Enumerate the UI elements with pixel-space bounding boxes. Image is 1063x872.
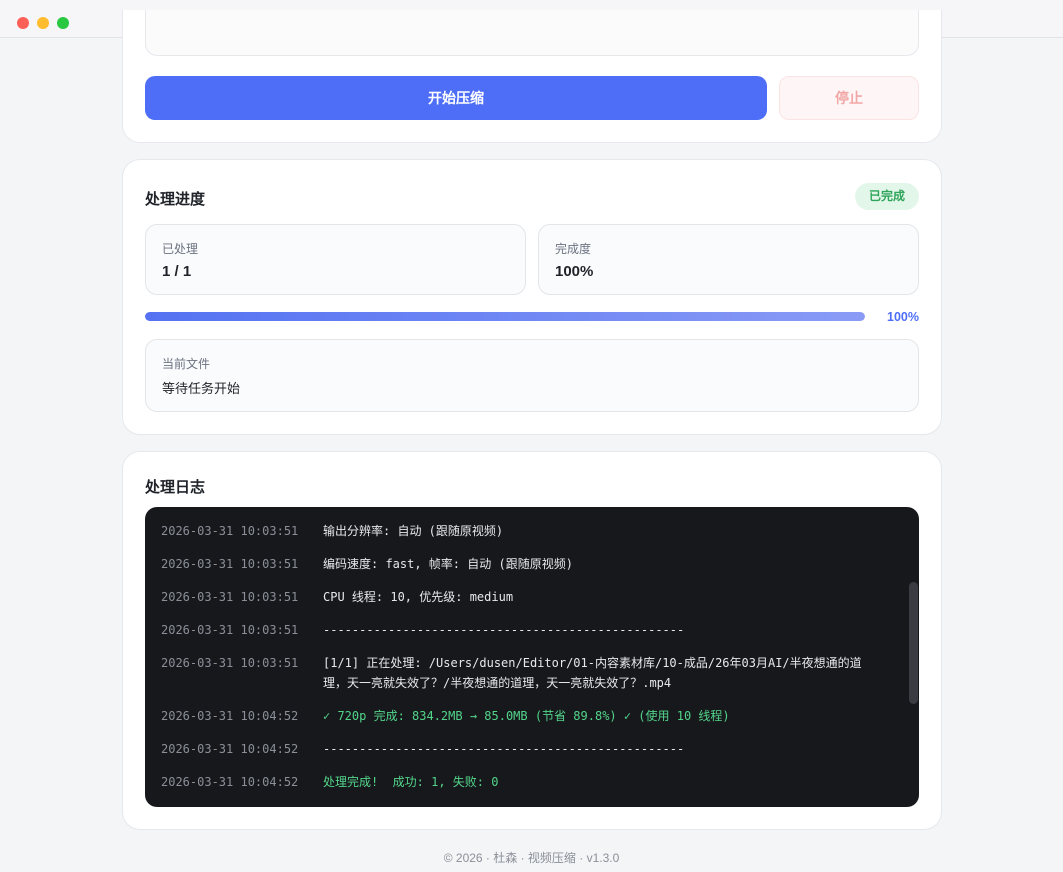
window-close-button[interactable] <box>17 17 29 29</box>
start-compress-button[interactable]: 开始压缩 <box>145 76 767 120</box>
window-minimize-button[interactable] <box>37 17 49 29</box>
log-scrollbar[interactable] <box>909 582 918 704</box>
progress-bar-fill <box>145 312 865 321</box>
progress-bar <box>145 312 865 321</box>
processed-value: 1 / 1 <box>162 263 192 280</box>
footer-text: © 2026 · 杜森 · 视频压缩 · v1.3.0 <box>443 851 620 865</box>
progress-percent-text: 100% <box>887 310 919 324</box>
log-timestamp: 2026-03-31 10:03:51 <box>161 656 299 670</box>
log-message: 编码速度: fast, 帧率: 自动 (跟随原视频) <box>323 557 573 571</box>
status-badge: 已完成 <box>854 183 919 210</box>
completion-value: 100% <box>555 263 594 280</box>
log-message: CPU 线程: 10, 优先级: medium <box>323 590 514 604</box>
log-message: ✓ 720p 完成: 834.2MB → 85.0MB (节省 89.8%) ✓… <box>323 709 730 723</box>
log-message: 输出分辨率: 自动 (跟随原视频) <box>323 524 504 538</box>
current-file-label: 当前文件 <box>162 357 211 371</box>
log-timestamp: 2026-03-31 10:03:51 <box>161 590 299 604</box>
log-entry: 2026-03-31 10:04:52 ---------------------… <box>161 739 891 759</box>
progress-title: 处理进度 <box>145 191 206 208</box>
log-entry: 2026-03-31 10:03:51 CPU 线程: 10, 优先级: medi… <box>161 587 891 607</box>
log-entry: 2026-03-31 10:03:51 编码速度: fast, 帧率: 自动 (跟… <box>161 554 891 574</box>
log-timestamp: 2026-03-31 10:04:52 <box>161 709 299 723</box>
log-entry: 2026-03-31 10:03:51 [1/1] 正在处理: /Users/du… <box>161 653 891 693</box>
log-card: 处理日志 2026-03-31 10:03:51 输出分辨率: 自动 (跟随原视频… <box>122 451 942 830</box>
current-file-value: 等待任务开始 <box>162 381 241 396</box>
window-maximize-button[interactable] <box>57 17 69 29</box>
progress-card: 处理进度 已完成 已处理 1 / 1 完成度 100% 100% 当前文件 等待… <box>122 159 942 435</box>
log-list: 2026-03-31 10:03:51 输出分辨率: 自动 (跟随原视频) 2026… <box>161 521 891 805</box>
log-message: ----------------------------------------… <box>323 742 685 756</box>
log-timestamp: 2026-03-31 10:03:51 <box>161 524 299 538</box>
log-timestamp: 2026-03-31 10:03:51 <box>161 623 299 637</box>
log-entry: 2026-03-31 10:04:52 处理完成! 成功: 1, 失败: 0 <box>161 772 891 792</box>
log-console[interactable]: 2026-03-31 10:03:51 输出分辨率: 自动 (跟随原视频) 2026… <box>145 507 919 807</box>
log-message: ----------------------------------------… <box>323 623 685 637</box>
completion-label: 完成度 <box>555 242 592 256</box>
log-message: 处理完成! 成功: 1, 失败: 0 <box>323 775 499 789</box>
processed-label: 已处理 <box>162 242 199 256</box>
current-file-box: 当前文件 等待任务开始 <box>145 339 919 412</box>
log-message: [1/1] 正在处理: /Users/dusen/Editor/01-内容素材库… <box>323 656 862 690</box>
log-entry: 2026-03-31 10:04:52 ✓ 720p 完成: 834.2MB → … <box>161 706 891 726</box>
completion-stat: 完成度 100% <box>538 224 919 295</box>
log-title: 处理日志 <box>145 479 206 496</box>
actions-card: 开始压缩 停止 <box>122 10 942 143</box>
log-entry: 2026-03-31 10:03:51 输出分辨率: 自动 (跟随原视频) <box>161 521 891 541</box>
settings-field-bottom <box>145 10 919 56</box>
log-timestamp: 2026-03-31 10:03:51 <box>161 557 299 571</box>
log-timestamp: 2026-03-31 10:04:52 <box>161 775 299 789</box>
log-timestamp: 2026-03-31 10:04:52 <box>161 742 299 756</box>
log-entry: 2026-03-31 10:03:51 ---------------------… <box>161 620 891 640</box>
stop-button[interactable]: 停止 <box>779 76 919 120</box>
processed-stat: 已处理 1 / 1 <box>145 224 526 295</box>
